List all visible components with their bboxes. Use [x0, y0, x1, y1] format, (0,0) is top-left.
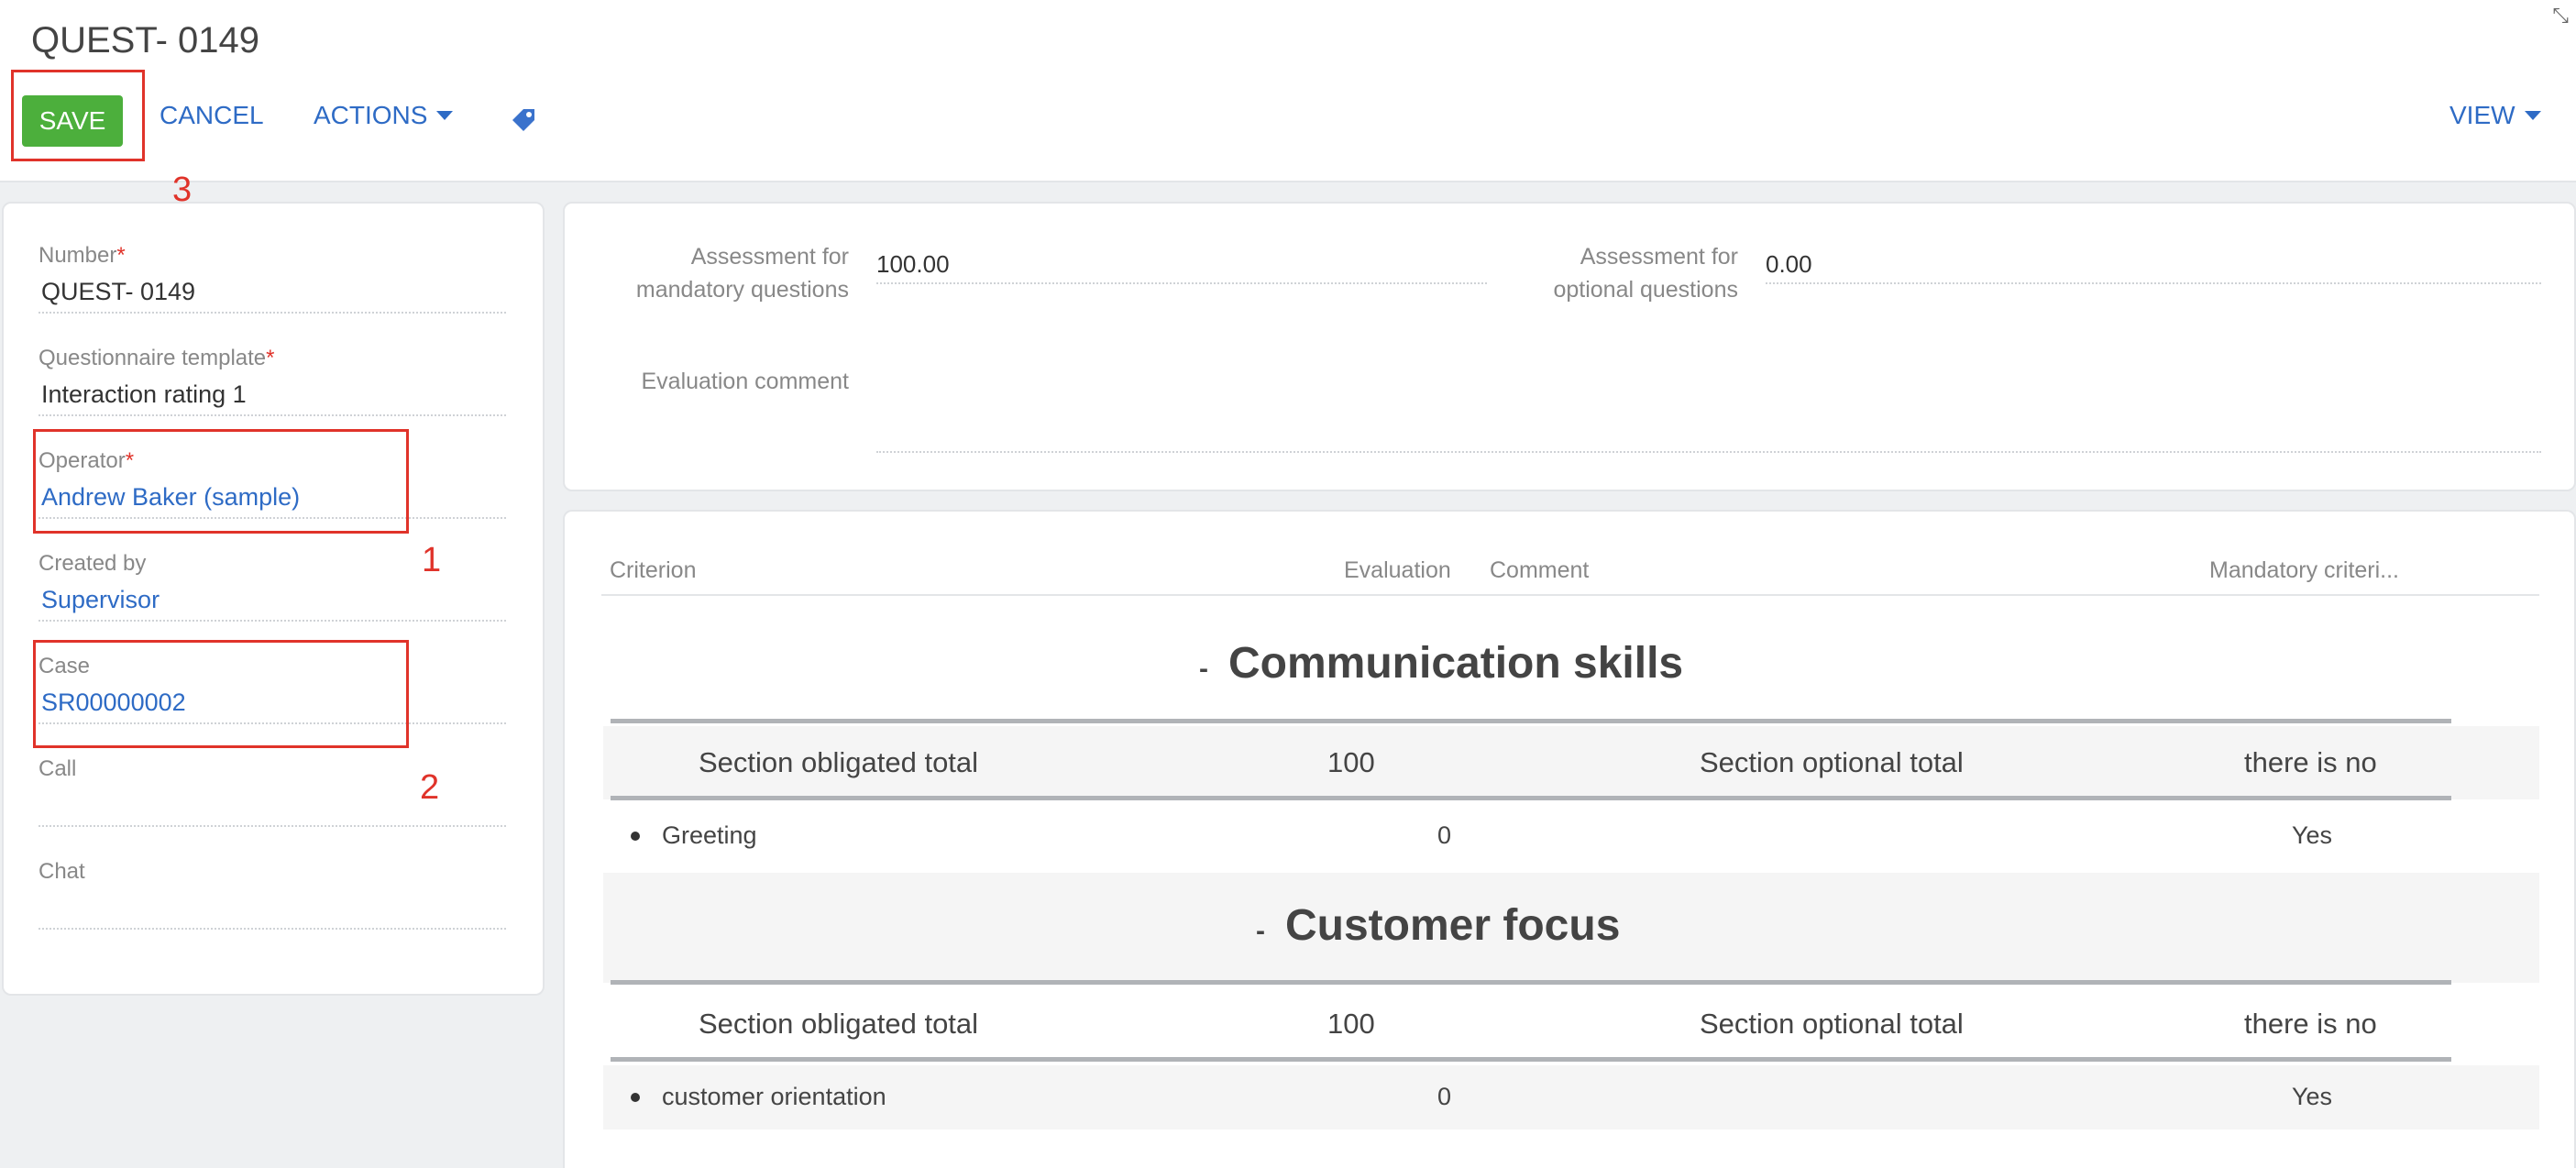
section-divider — [611, 1057, 2451, 1062]
cancel-button-label: CANCEL — [160, 101, 264, 129]
number-label: Number — [39, 243, 117, 268]
optional-assessment-label: Assessment for optional questions — [1553, 244, 1738, 303]
section-divider — [611, 980, 2451, 985]
header-divider — [601, 594, 2539, 596]
column-header-evaluation[interactable]: Evaluation — [1344, 557, 1451, 584]
page-title: QUEST- 0149 — [31, 20, 260, 61]
section-optional-total-label: Section optional total — [1700, 746, 1964, 778]
optional-assessment-value[interactable]: 0.00 — [1766, 248, 2541, 284]
mandatory-customer-orientation: Yes — [2292, 1083, 2333, 1110]
annotation-number-1: 1 — [422, 541, 442, 579]
mandatory-greeting: Yes — [2292, 821, 2333, 849]
annotation-box-operator — [33, 429, 409, 534]
number-input[interactable]: QUEST- 0149 — [39, 271, 506, 314]
view-menu-button[interactable]: VIEW — [2449, 101, 2541, 130]
actions-button-label: ACTIONS — [314, 101, 428, 129]
mandatory-assessment-value[interactable]: 100.00 — [876, 248, 1487, 284]
annotation-number-2: 2 — [420, 768, 440, 807]
criterion-row-band — [603, 1065, 2539, 1129]
created-by-link[interactable]: Supervisor — [39, 579, 506, 622]
required-mark: * — [116, 243, 126, 268]
annotation-box-case — [33, 640, 409, 748]
section-title: Customer focus — [1285, 901, 1621, 950]
section-optional-total-value: there is no — [2244, 1008, 2377, 1040]
section-obligated-total-label: Section obligated total — [699, 1008, 979, 1040]
evaluation-comment-label: Evaluation comment — [641, 369, 849, 394]
evaluation-comment-input[interactable] — [876, 367, 2541, 453]
section-obligated-total-value: 100 — [1327, 1008, 1375, 1040]
section-header-communication-skills[interactable]: - Communication skills — [1199, 638, 1683, 689]
chevron-down-icon — [436, 111, 454, 120]
section-divider — [611, 719, 2451, 723]
chat-label: Chat — [39, 859, 85, 884]
cancel-button[interactable]: CANCEL — [160, 101, 264, 130]
section-optional-total-label: Section optional total — [1700, 1008, 1964, 1040]
annotation-number-3: 3 — [172, 171, 193, 209]
list-bullet — [631, 1093, 640, 1102]
required-mark: * — [266, 346, 275, 370]
chevron-down-icon — [2524, 111, 2541, 120]
column-header-comment[interactable]: Comment — [1490, 557, 1589, 584]
questionnaire-template-field: Questionnaire template* Interaction rati… — [39, 343, 506, 416]
evaluation-customer-orientation[interactable]: 0 — [1437, 1083, 1451, 1111]
section-divider — [611, 796, 2451, 800]
collapse-icon[interactable]: ⤡ — [2552, 4, 2569, 28]
chat-field: Chat — [39, 856, 506, 930]
tag-icon[interactable] — [510, 106, 537, 138]
section-collapse-toggle[interactable]: - — [1256, 916, 1265, 947]
view-button-label: VIEW — [2449, 101, 2515, 129]
section-header-customer-focus[interactable]: - Customer focus — [1256, 900, 1620, 951]
column-header-mandatory[interactable]: Mandatory criteri... — [2209, 557, 2399, 584]
list-bullet — [631, 832, 640, 841]
annotation-box-save — [11, 70, 145, 161]
section-obligated-total-label: Section obligated total — [699, 746, 979, 778]
criterion-customer-orientation[interactable]: customer orientation — [662, 1083, 886, 1111]
top-toolbar: QUEST- 0149 ⤡ SAVE CANCEL ACTIONS VIEW — [0, 0, 2576, 182]
section-title: Communication skills — [1228, 639, 1684, 688]
evaluation-greeting[interactable]: 0 — [1437, 821, 1451, 850]
section-collapse-toggle[interactable]: - — [1199, 654, 1208, 685]
section-obligated-total-value: 100 — [1327, 746, 1375, 778]
questionnaire-template-input[interactable]: Interaction rating 1 — [39, 374, 506, 416]
column-header-criterion[interactable]: Criterion — [610, 557, 696, 584]
number-field: Number* QUEST- 0149 — [39, 240, 506, 314]
mandatory-assessment-label: Assessment for mandatory questions — [635, 244, 849, 303]
section-optional-total-value: there is no — [2244, 746, 2377, 778]
chat-input[interactable] — [39, 887, 506, 930]
criterion-greeting[interactable]: Greeting — [662, 821, 757, 850]
actions-menu-button[interactable]: ACTIONS — [314, 101, 454, 130]
questionnaire-template-label: Questionnaire template — [39, 346, 267, 370]
